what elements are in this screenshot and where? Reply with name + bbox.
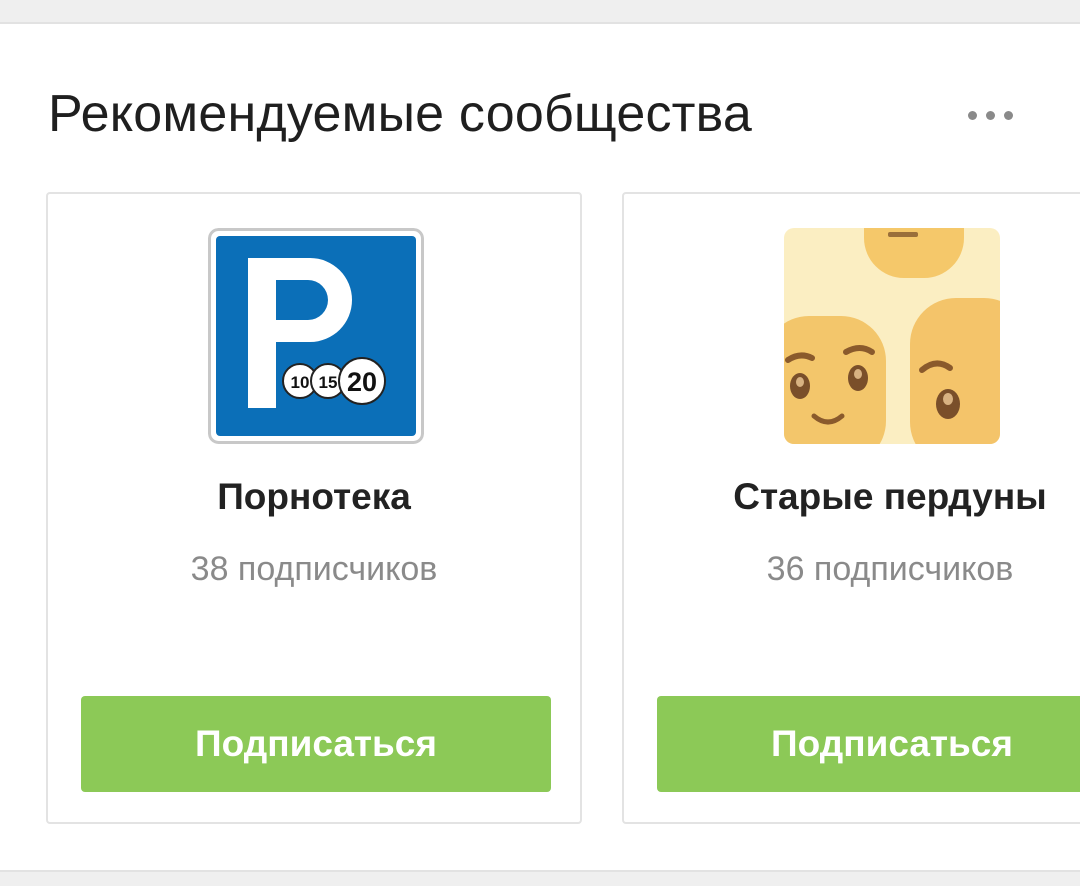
parking-badge-20: 20 xyxy=(347,367,377,397)
more-dot-icon xyxy=(985,110,995,120)
more-dot-icon xyxy=(967,110,977,120)
subscriber-count: 38 подписчиков xyxy=(190,550,438,588)
subscriber-count: 36 подписчиков xyxy=(766,550,1014,588)
section-title: Рекомендуемые сообщества xyxy=(48,85,753,143)
community-name[interactable]: Порнотека xyxy=(48,476,580,518)
parking-sign-icon[interactable]: 10 15 20 xyxy=(208,228,424,444)
community-card[interactable]: 10 15 20 Порнотека 38 подписчиков Подпис… xyxy=(46,192,582,824)
recommended-communities-panel: Рекомендуемые сообщества 10 15 20 Порнот… xyxy=(0,22,1080,872)
more-options-button[interactable] xyxy=(956,94,1024,136)
parking-badge-10: 10 xyxy=(291,373,310,392)
parking-badge-15: 15 xyxy=(319,373,338,392)
subscribe-button[interactable]: Подписаться xyxy=(81,696,551,792)
more-dot-icon xyxy=(1003,110,1013,120)
community-name[interactable]: Старые пердуны xyxy=(624,476,1080,518)
cartoon-faces-icon[interactable] xyxy=(784,228,1000,444)
community-card[interactable]: Старые пердуны 36 подписчиков Подписатьс… xyxy=(622,192,1080,824)
subscribe-button[interactable]: Подписаться xyxy=(657,696,1080,792)
